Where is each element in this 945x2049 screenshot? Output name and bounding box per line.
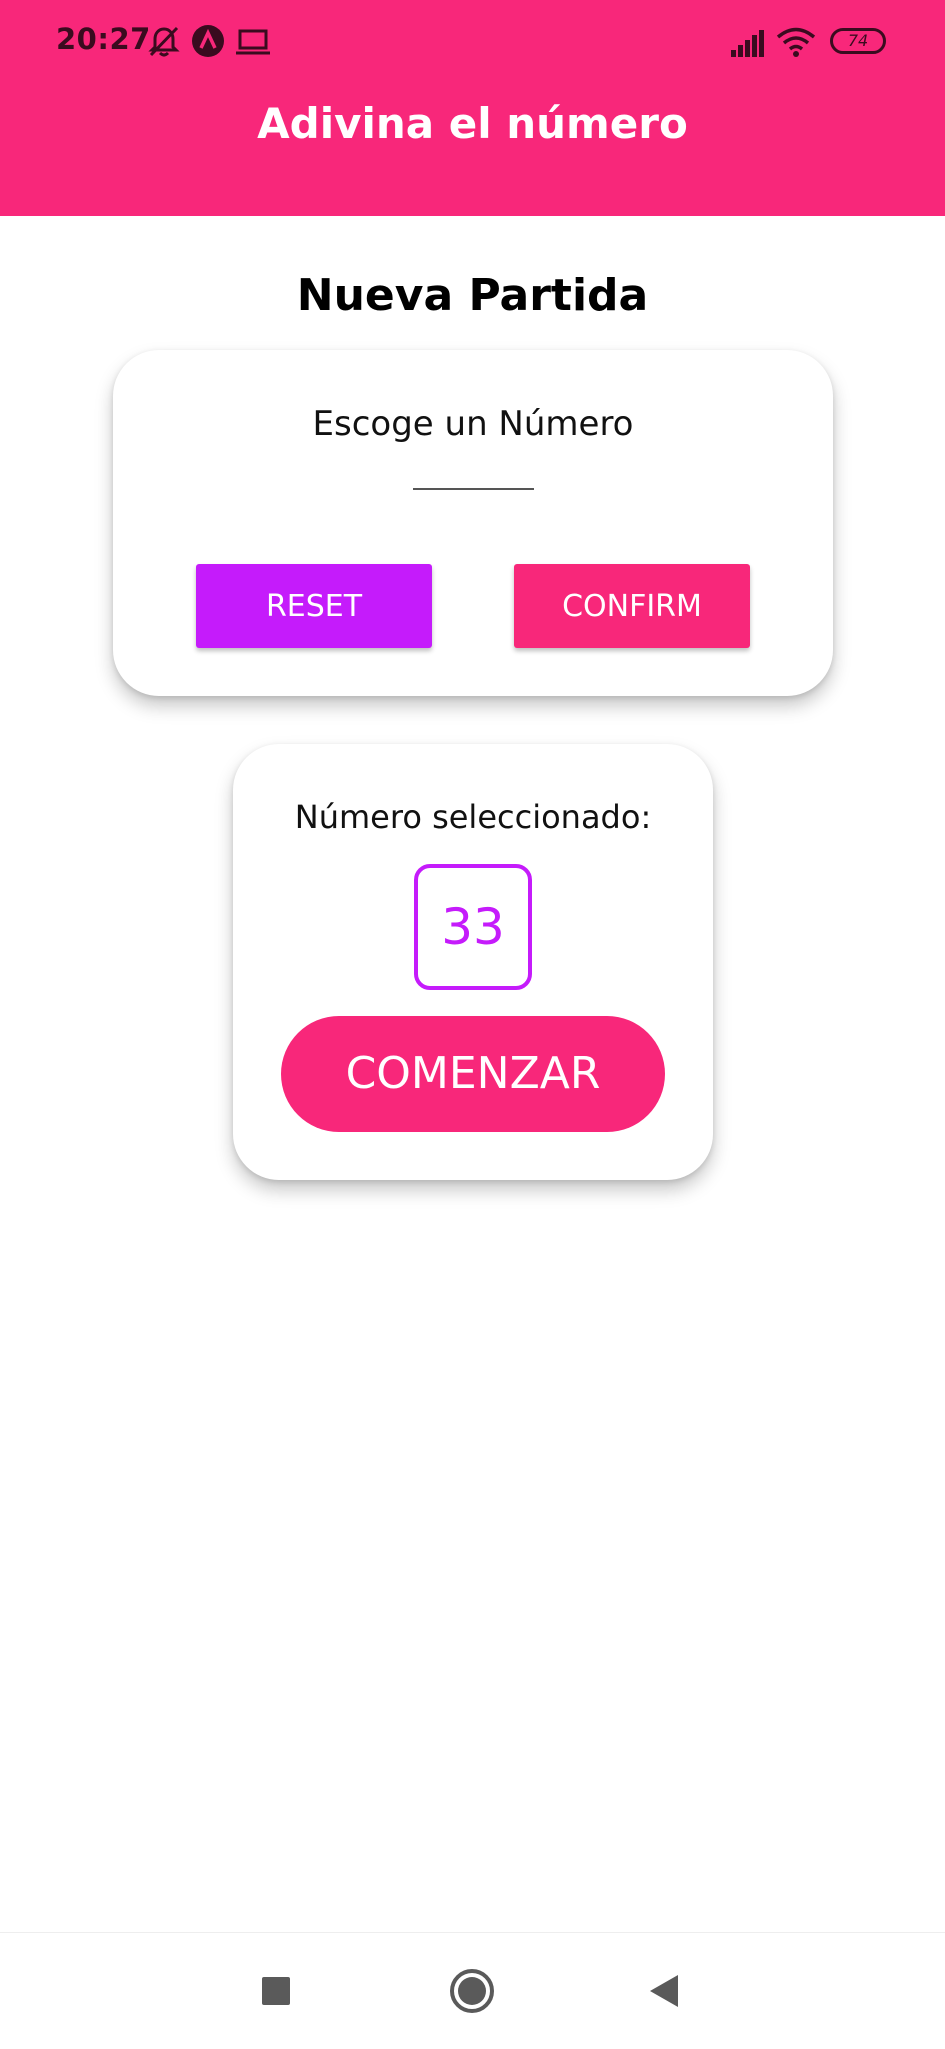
app-title: Adivina el número [257,99,688,148]
confirm-button[interactable]: CONFIRM [514,564,750,648]
number-input-card: Escoge un Número RESET CONFIRM [113,350,833,696]
selected-number-value: 33 [414,864,532,990]
reset-button[interactable]: RESET [196,564,432,648]
signal-icon [730,28,766,62]
notifications-off-icon [146,24,182,64]
selected-number-card: Número seleccionado: 33 COMENZAR [233,744,713,1180]
wifi-icon [776,26,816,62]
recent-apps-icon[interactable] [240,1955,312,2027]
status-bar: 20:27 74 [0,0,945,86]
app-header: 20:27 74 Adivina el número [0,0,945,216]
screen-title: Nueva Partida [296,270,649,321]
selected-number-label: Número seleccionado: [294,798,652,836]
app-notification-icon [191,24,225,62]
battery-level: 74 [847,31,869,50]
laptop-icon [235,28,271,60]
status-time: 20:27 [56,22,151,56]
battery-icon: 74 [830,28,886,54]
back-icon[interactable] [630,1955,702,2027]
system-navigation-bar [0,1932,945,2049]
input-card-heading: Escoge un Número [312,404,634,444]
start-game-button[interactable]: COMENZAR [281,1016,665,1132]
number-input[interactable] [413,450,534,490]
home-icon[interactable] [436,1955,508,2027]
